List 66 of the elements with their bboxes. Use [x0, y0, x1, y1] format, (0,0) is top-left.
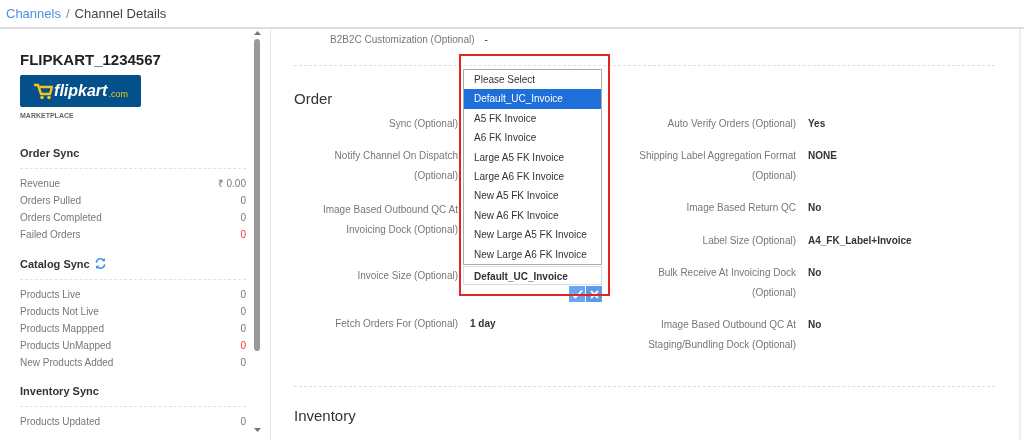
- field-label: B2B2C Customization (Optional): [330, 34, 475, 45]
- stat-label: Products Mappped: [20, 322, 104, 336]
- stat-value: ₹ 0.00: [217, 177, 246, 191]
- stat-value: 0: [240, 415, 246, 429]
- stat-value: 0: [240, 305, 246, 319]
- field-label: Image Based Outbound QC At Staging/Bundling Dock (Optional): [647, 318, 796, 352]
- dropdown-option[interactable]: Please Select: [464, 70, 601, 90]
- field-label: Invoice Size (Optional): [356, 269, 458, 283]
- field-label: Sync (Optional): [388, 117, 458, 131]
- scroll-up-icon[interactable]: [253, 31, 261, 35]
- stat-label: Products Updated: [20, 415, 101, 429]
- stat-value: 0: [240, 339, 246, 353]
- stat-value: 0: [240, 228, 246, 242]
- stat-label: Orders Completed: [20, 211, 102, 225]
- stat-value: 0: [240, 356, 246, 370]
- field-value: NONE: [808, 149, 837, 163]
- channel-name: FLIPKART_1234567: [20, 51, 162, 68]
- cart-icon: [33, 82, 54, 100]
- field-label: Bulk Receive At Invoicing Dock (Optional): [657, 266, 796, 300]
- section-heading: Inventory: [294, 407, 356, 424]
- field-value: No: [808, 201, 822, 215]
- stat-label: Orders Pulled: [20, 194, 82, 208]
- stat-label: Products Live: [20, 288, 81, 302]
- dropdown-option[interactable]: A6 FK Invoice: [464, 128, 601, 148]
- refresh-icon[interactable]: [93, 257, 107, 270]
- stat-value: 0: [240, 194, 246, 208]
- section-title: Order Sync: [20, 147, 80, 159]
- dropdown-option[interactable]: Default_UC_Invoice: [464, 89, 601, 109]
- close-icon: [589, 289, 599, 299]
- stat-value: 0: [240, 322, 246, 336]
- section-title: Catalog Sync: [20, 257, 90, 270]
- field-label: Label Size (Optional): [701, 234, 796, 248]
- field-value: 1 day: [470, 317, 496, 331]
- stat-label: Failed Orders: [20, 228, 81, 242]
- stat-label: Products Not Live: [20, 305, 99, 319]
- field-value: No: [808, 266, 822, 280]
- dropdown-option[interactable]: Large A6 FK Invoice: [464, 167, 601, 187]
- field-value: A4_FK_Label+Invoice: [808, 234, 912, 248]
- field-label: Notify Channel On Dispatch (Optional): [333, 149, 458, 183]
- section-title: Inventory Sync: [20, 385, 99, 397]
- field-label: Image Based Outbound QC At Invoicing Dock (Optional): [321, 203, 458, 237]
- dropdown-option[interactable]: New A6 FK Invoice: [464, 205, 601, 226]
- field-label: Fetch Orders For (Optional): [334, 317, 458, 331]
- dropdown-option[interactable]: New Large A5 FK Invoice: [464, 225, 601, 245]
- scroll-down-icon[interactable]: [253, 428, 261, 432]
- breadcrumb-separator: /: [65, 6, 70, 21]
- section-heading: Order: [294, 90, 333, 107]
- field-label: Auto Verify Orders (Optional): [666, 117, 796, 131]
- stat-label: Revenue: [20, 177, 61, 191]
- field-label: Image Based Return QC: [685, 201, 796, 215]
- check-icon: [571, 289, 583, 299]
- field-label: Shipping Label Aggregation Format (Optional): [638, 149, 796, 183]
- dropdown-option[interactable]: Large A5 FK Invoice: [464, 147, 601, 168]
- stat-value: 0: [240, 288, 246, 302]
- dropdown-option[interactable]: New A5 FK Invoice: [464, 186, 601, 206]
- stat-label: New Products Added: [20, 356, 114, 370]
- dropdown-option[interactable]: New Large A6 FK Invoice: [464, 244, 601, 264]
- field-value: No: [808, 318, 822, 332]
- field-value: -: [484, 34, 488, 45]
- dropdown-option[interactable]: A5 FK Invoice: [464, 108, 601, 129]
- stat-label: Products UnMapped: [20, 339, 112, 353]
- field-value: Yes: [808, 117, 826, 131]
- marketplace-logo: flipkart.com: [20, 75, 141, 107]
- invoice-size-select[interactable]: Default_UC_Invoice: [463, 266, 602, 285]
- breadcrumb-current: Channel Details: [74, 6, 167, 21]
- stat-value: 0: [240, 211, 246, 225]
